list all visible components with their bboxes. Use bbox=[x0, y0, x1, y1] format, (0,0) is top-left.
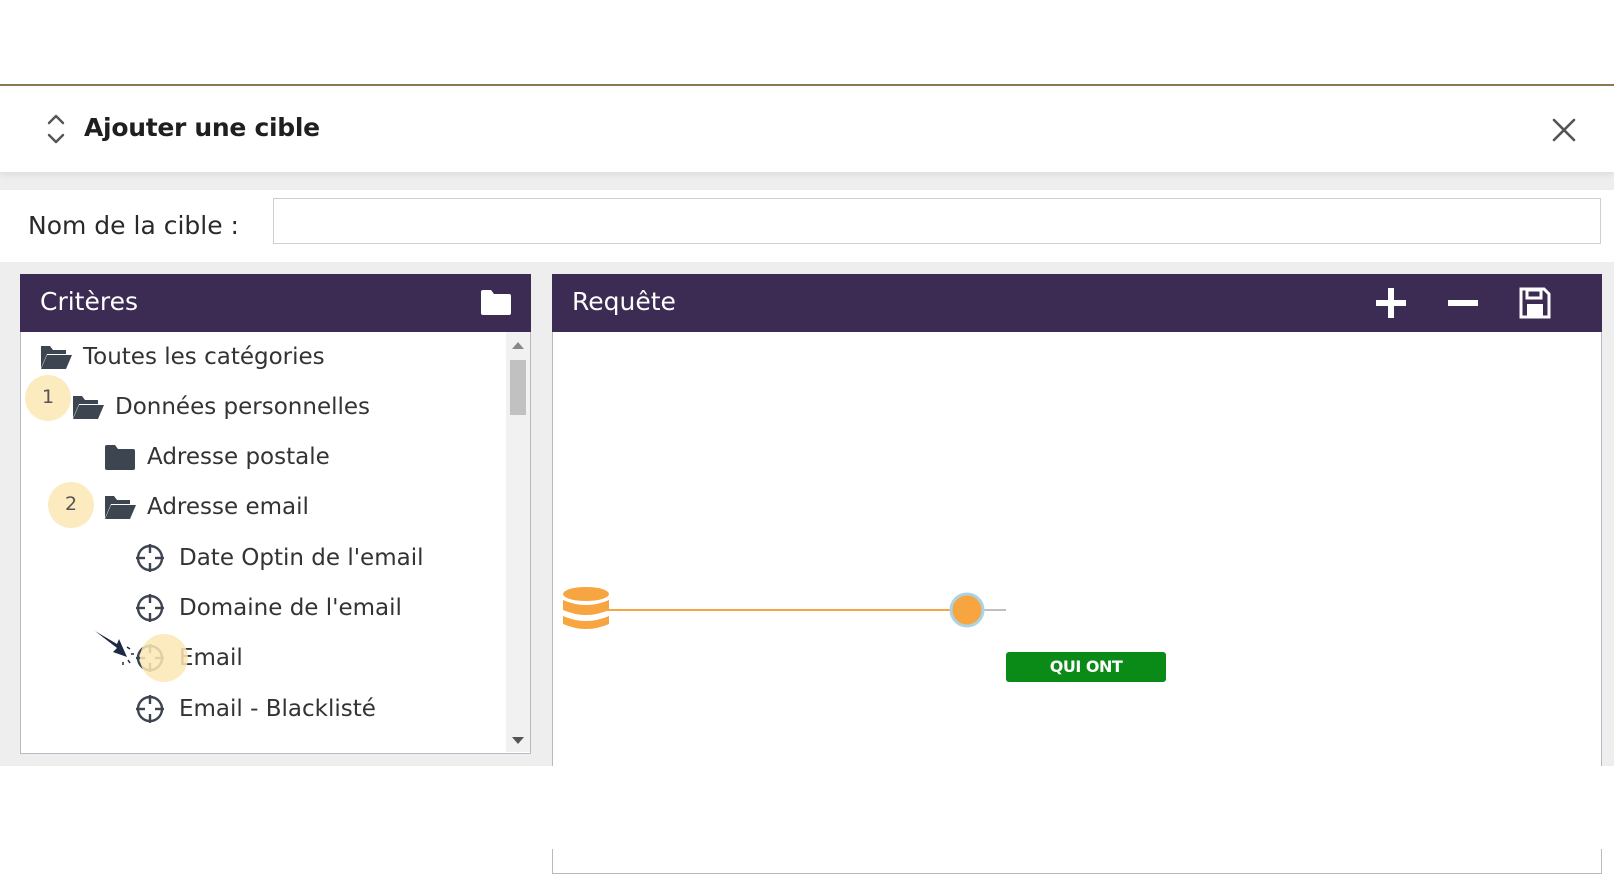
qui-ont-node[interactable]: QUI ONT bbox=[1006, 652, 1166, 682]
criteria-tree: Toutes les catégories Données personnell… bbox=[21, 332, 506, 752]
query-header: Requête bbox=[552, 274, 1602, 332]
crosshair-icon bbox=[136, 695, 164, 723]
save-icon[interactable] bbox=[1518, 286, 1552, 320]
page-bottom bbox=[0, 766, 1614, 849]
click-highlight bbox=[140, 634, 188, 682]
tree-item-label: Domaine de l'email bbox=[179, 595, 402, 621]
criteria-panel: Critères Toutes les catégories Données p… bbox=[20, 274, 531, 754]
criteria-header: Critères bbox=[20, 274, 531, 332]
tree-item-email-blacklisted[interactable]: Email - Blacklisté bbox=[135, 689, 376, 729]
tree-item-email-address[interactable]: Adresse email bbox=[103, 487, 309, 527]
folder-open-icon bbox=[73, 396, 104, 419]
folder-open-icon bbox=[41, 346, 72, 369]
plus-icon[interactable] bbox=[1374, 286, 1408, 320]
tree-item-personal-data[interactable]: Données personnelles bbox=[71, 387, 370, 427]
dialog-header: Ajouter une cible bbox=[0, 86, 1614, 172]
criteria-scrollbar[interactable] bbox=[506, 332, 530, 752]
query-title: Requête bbox=[572, 287, 676, 316]
dialog-title: Ajouter une cible bbox=[84, 113, 320, 142]
tree-item-label: Email - Blacklisté bbox=[179, 696, 376, 722]
scroll-thumb[interactable] bbox=[510, 360, 526, 415]
tree-item-label: Email bbox=[179, 645, 243, 671]
tree-item-label: Données personnelles bbox=[115, 394, 371, 420]
tree-item-label: Adresse email bbox=[147, 494, 309, 520]
target-name-input[interactable] bbox=[273, 198, 1601, 244]
close-icon[interactable] bbox=[1548, 114, 1580, 146]
folder-icon[interactable] bbox=[480, 288, 512, 316]
scroll-down-arrow[interactable] bbox=[512, 737, 524, 744]
tree-item-postal-address[interactable]: Adresse postale bbox=[103, 437, 330, 477]
database-icon[interactable] bbox=[562, 586, 610, 632]
tree-item-label: Adresse postale bbox=[147, 444, 330, 470]
tree-item-email-domain[interactable]: Domaine de l'email bbox=[135, 588, 402, 628]
tree-item-label: Date Optin de l'email bbox=[179, 545, 424, 571]
crosshair-icon bbox=[136, 594, 164, 622]
tree-item-label: Toutes les catégories bbox=[83, 344, 325, 370]
scroll-up-arrow[interactable] bbox=[512, 342, 524, 349]
add-target-dialog: Ajouter une cible Nom de la cible : Crit… bbox=[0, 86, 1614, 874]
tree-item-all-categories[interactable]: Toutes les catégories bbox=[39, 337, 325, 377]
sort-icon[interactable] bbox=[46, 112, 66, 146]
tree-item-email-optin-date[interactable]: Date Optin de l'email bbox=[135, 538, 424, 578]
step-badge-1: 1 bbox=[25, 375, 71, 421]
minus-icon[interactable] bbox=[1446, 286, 1480, 320]
target-name-label: Nom de la cible : bbox=[28, 211, 239, 240]
crosshair-icon bbox=[136, 544, 164, 572]
step-badge-2: 2 bbox=[48, 482, 94, 528]
criteria-title: Critères bbox=[40, 287, 138, 316]
query-node-dot bbox=[949, 592, 985, 628]
cursor-arrow-icon bbox=[95, 631, 134, 665]
folder-open-icon bbox=[105, 496, 136, 519]
folder-icon bbox=[105, 445, 135, 470]
